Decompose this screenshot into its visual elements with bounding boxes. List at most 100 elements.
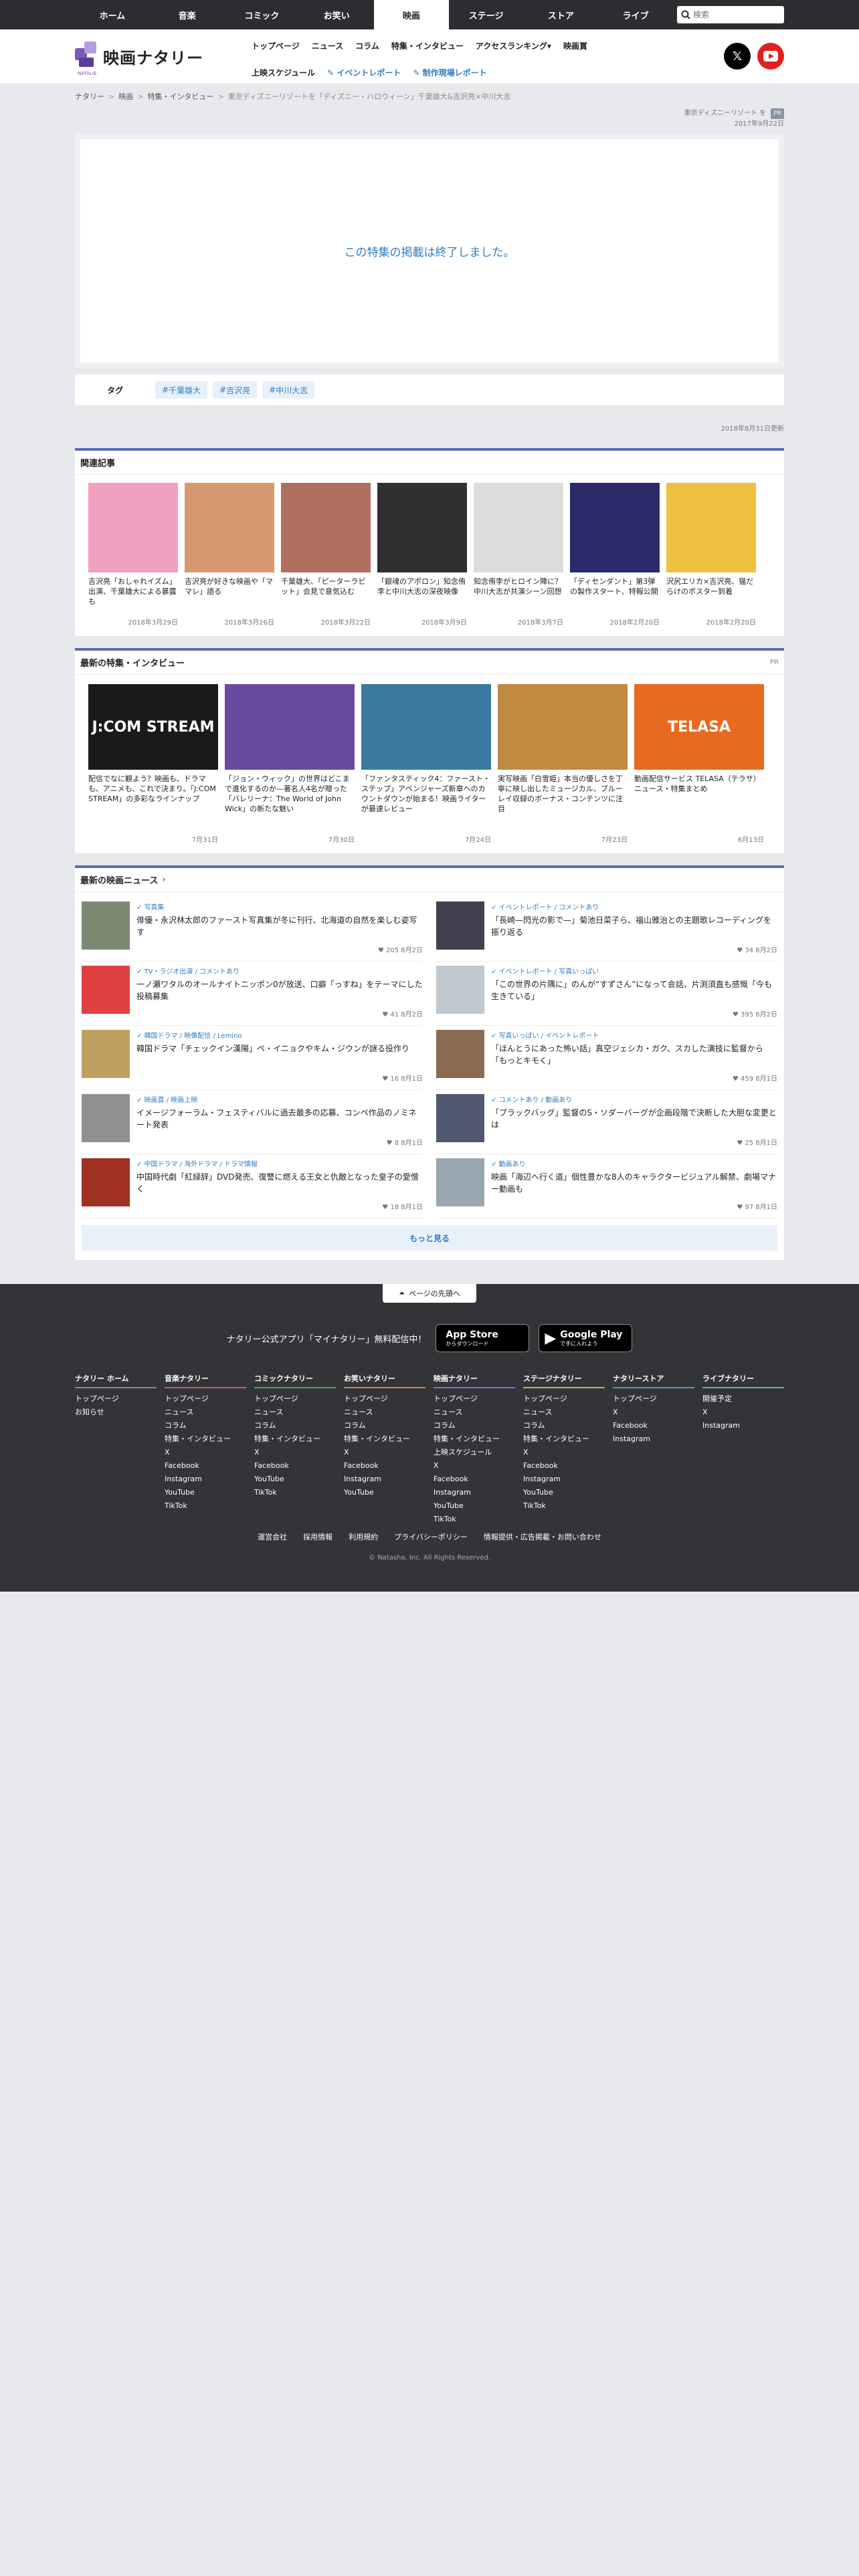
footer-bottom-link[interactable]: 採用情報 <box>303 1531 332 1542</box>
footer-link[interactable]: X <box>702 1406 784 1419</box>
x-icon[interactable]: 𝕏 <box>724 43 751 70</box>
footer-link[interactable]: TikTok <box>165 1499 246 1513</box>
footer-link[interactable]: トップページ <box>75 1392 157 1406</box>
footer-link[interactable]: YouTube <box>434 1499 515 1513</box>
global-nav-item[interactable]: 上映スケジュール <box>252 67 315 78</box>
tag-chip[interactable]: # 中川大志 <box>262 381 315 399</box>
footer-link[interactable]: YouTube <box>344 1486 425 1499</box>
footer-link[interactable]: トップページ <box>523 1392 605 1406</box>
footer-column-heading[interactable]: 映画ナタリー <box>434 1372 515 1388</box>
news-item[interactable]: ✓ 映画賞 / 映画上映 イメージフォーラム・フェスティバルに過去最多の応募、コン… <box>82 1090 423 1154</box>
feature-card[interactable]: TELASA 動画配信サービス TELASA（テラサ）ニュース・特集まとめ 6月13… <box>634 684 764 844</box>
global-nav-item[interactable]: イベントレポート <box>337 68 401 78</box>
footer-link[interactable]: YouTube <box>254 1473 336 1486</box>
footer-link[interactable]: Instagram <box>613 1432 694 1446</box>
top-nav-tab[interactable]: 映画 <box>374 0 449 29</box>
footer-link[interactable]: 特集・インタビュー <box>344 1432 425 1446</box>
footer-column-heading[interactable]: ナタリー ホーム <box>75 1372 157 1388</box>
global-nav-item[interactable]: 特集・インタビュー <box>391 40 464 51</box>
footer-link[interactable]: Facebook <box>613 1419 694 1432</box>
global-nav-item[interactable]: 制作現場レポート <box>423 68 487 78</box>
news-item[interactable]: ✓ 写真集 俳優・永沢林太郎のファースト写真集が冬に刊行、北海道の自然を楽しむ姿写… <box>82 897 423 962</box>
footer-column-heading[interactable]: ステージナタリー <box>523 1372 605 1388</box>
feature-card[interactable]: 「ファンタスティック4：ファースト・ステップ」アベンジャーズ新章へのカウントダウ… <box>361 684 491 844</box>
related-card[interactable]: 沢尻エリカ×吉沢亮、猫だらけのポスター到着 2018年2月20日 <box>666 483 756 627</box>
footer-link[interactable]: トップページ <box>344 1392 425 1406</box>
site-logo[interactable]: 映画ナタリー NATALIE <box>75 41 203 76</box>
footer-link[interactable]: Facebook <box>254 1459 336 1473</box>
footer-link[interactable]: 特集・インタビュー <box>254 1432 336 1446</box>
news-item[interactable]: ✓ コメントあり / 動画あり 「ブラックバッグ」監督のS・ソダーバーグが企画段階… <box>436 1090 777 1154</box>
footer-link[interactable]: ニュース <box>434 1406 515 1419</box>
global-nav-item[interactable]: 映画賞 <box>563 40 587 51</box>
footer-link[interactable]: コラム <box>165 1419 246 1432</box>
footer-bottom-link[interactable]: 情報提供・広告掲載・お問い合わせ <box>484 1531 601 1542</box>
top-nav-tab[interactable]: ホーム <box>75 0 150 29</box>
footer-link[interactable]: トップページ <box>165 1392 246 1406</box>
footer-link[interactable]: Instagram <box>165 1473 246 1486</box>
footer-bottom-link[interactable]: 運営会社 <box>258 1531 287 1542</box>
news-item[interactable]: ✓ イベントレポート / コメントあり 「長崎—閃光の影で—」菊池日菜子ら、福山雅… <box>436 897 777 962</box>
top-nav-tab[interactable]: お笑い <box>299 0 374 29</box>
footer-link[interactable]: お知らせ <box>75 1406 157 1419</box>
footer-link[interactable]: X <box>344 1446 425 1459</box>
news-item[interactable]: ✓ TV・ラジオ出演 / コメントあり 一ノ瀬ワタルのオールナイトニッポン0が放送… <box>82 962 423 1026</box>
related-card[interactable]: 吉沢亮「おしゃれイズム」出演、千葉雄大による暴露も 2018年3月29日 <box>88 483 178 627</box>
youtube-icon[interactable] <box>757 43 784 70</box>
footer-link[interactable]: TikTok <box>523 1499 605 1513</box>
top-nav-tab[interactable]: ステージ <box>449 0 524 29</box>
footer-link[interactable]: TikTok <box>434 1513 515 1526</box>
footer-link[interactable]: YouTube <box>165 1486 246 1499</box>
footer-link[interactable]: Facebook <box>165 1459 246 1473</box>
footer-link[interactable]: Instagram <box>434 1486 515 1499</box>
footer-link[interactable]: Facebook <box>523 1459 605 1473</box>
footer-link[interactable]: Facebook <box>434 1473 515 1486</box>
footer-link[interactable]: コラム <box>254 1419 336 1432</box>
footer-link[interactable]: 上映スケジュール <box>434 1446 515 1459</box>
footer-column-heading[interactable]: コミックナタリー <box>254 1372 336 1388</box>
global-nav-item[interactable]: アクセスランキング▾ <box>476 40 551 51</box>
breadcrumb-item[interactable]: 特集・インタビュー <box>147 91 213 102</box>
top-nav-tab[interactable]: 音楽 <box>150 0 225 29</box>
news-heading[interactable]: 最新の映画ニュース <box>80 873 158 886</box>
back-to-top-button[interactable]: ⏶ ページの先頭へ <box>383 1284 476 1303</box>
related-card[interactable]: 知念侑李がヒロイン陣に？中川大志が共演シーン回想 2018年3月7日 <box>474 483 563 627</box>
related-card[interactable]: 千葉雄大、「ピーターラビット」会見で意気込む 2018年3月22日 <box>281 483 371 627</box>
footer-link[interactable]: Instagram <box>702 1419 784 1432</box>
news-item[interactable]: ✓ イベントレポート / 写真いっぱい 「この世界の片隅に」のんが“すずさん”にな… <box>436 962 777 1026</box>
google-play-button[interactable]: ▶ Google Play で手に入れよう <box>539 1324 633 1352</box>
top-nav-tab[interactable]: ライブ <box>598 0 673 29</box>
related-card[interactable]: 「ディセンダント」第3弾の製作スタート、特報公開 2018年2月20日 <box>570 483 660 627</box>
footer-link[interactable]: X <box>165 1446 246 1459</box>
news-item[interactable]: ✓ 動画あり 映画「海辺へ行く道」個性豊かな8人のキャラクタービジュアル解禁、劇場… <box>436 1154 777 1218</box>
footer-link[interactable]: ニュース <box>254 1406 336 1419</box>
footer-link[interactable]: コラム <box>434 1419 515 1432</box>
app-store-button[interactable]: App Store からダウンロード <box>436 1324 530 1352</box>
tag-chip[interactable]: # 千葉雄大 <box>155 381 208 399</box>
related-card[interactable]: 吉沢亮が好きな映画や「ママレ」語る 2018年3月26日 <box>185 483 274 627</box>
footer-link[interactable]: X <box>523 1446 605 1459</box>
footer-link[interactable]: X <box>613 1406 694 1419</box>
footer-link[interactable]: 特集・インタビュー <box>523 1432 605 1446</box>
footer-link[interactable]: トップページ <box>254 1392 336 1406</box>
footer-column-heading[interactable]: ナタリーストア <box>613 1372 694 1388</box>
news-item[interactable]: ✓ 韓国ドラマ / 映像配信 / Lemino 韓国ドラマ「チェックイン漢陽」ペ・… <box>82 1026 423 1090</box>
news-item[interactable]: ✓ 写真いっぱい / イベントレポート 「ほんとうにあった怖い話」真空ジェシカ・ガ… <box>436 1026 777 1090</box>
footer-link[interactable]: ニュース <box>165 1406 246 1419</box>
footer-link[interactable]: Instagram <box>344 1473 425 1486</box>
footer-column-heading[interactable]: 音楽ナタリー <box>165 1372 246 1388</box>
breadcrumb-item[interactable]: 映画 <box>118 91 133 102</box>
feature-card[interactable]: 実写映画「白雪姫」本当の優しさを丁寧に映し出したミュージカル、ブルーレイ収録のボ… <box>498 684 628 844</box>
footer-link[interactable]: ニュース <box>523 1406 605 1419</box>
footer-link[interactable]: Instagram <box>523 1473 605 1486</box>
footer-link[interactable]: コラム <box>523 1419 605 1432</box>
global-nav-item[interactable]: トップページ <box>252 40 300 51</box>
top-nav-tab[interactable]: コミック <box>225 0 300 29</box>
footer-link[interactable]: X <box>254 1446 336 1459</box>
tag-chip[interactable]: # 吉沢亮 <box>213 381 258 399</box>
footer-link[interactable]: 特集・インタビュー <box>434 1432 515 1446</box>
footer-link[interactable]: 特集・インタビュー <box>165 1432 246 1446</box>
footer-column-heading[interactable]: ライブナタリー <box>702 1372 784 1388</box>
footer-link[interactable]: X <box>434 1459 515 1473</box>
footer-link[interactable]: トップページ <box>613 1392 694 1406</box>
